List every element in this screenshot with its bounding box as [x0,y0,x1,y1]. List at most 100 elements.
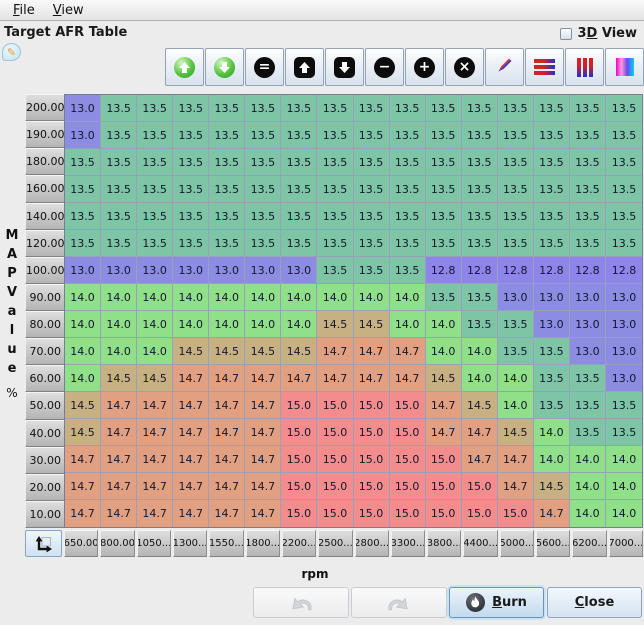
afr-cell-r4-c2[interactable]: 13.5 [137,203,173,230]
redo-button[interactable] [351,587,447,618]
afr-cell-r5-c4[interactable]: 13.5 [209,230,245,257]
afr-cell-r6-c12[interactable]: 12.8 [498,257,534,284]
afr-cell-r9-c3[interactable]: 14.5 [173,338,209,365]
axis-swap-button[interactable] [25,530,62,557]
map-row-header-5[interactable]: 120.00 [25,230,66,257]
afr-cell-r12-c10[interactable]: 14.7 [426,419,462,446]
rpm-col-header-7[interactable]: 2500... [318,530,352,557]
afr-cell-r8-c8[interactable]: 14.5 [354,311,390,338]
afr-cell-r12-c0[interactable]: 14.5 [65,419,101,446]
rpm-col-header-13[interactable]: 5600... [536,530,570,557]
afr-cell-r1-c0[interactable]: 13.0 [65,122,101,149]
afr-cell-r10-c3[interactable]: 14.7 [173,365,209,392]
afr-cell-r6-c0[interactable]: 13.0 [65,257,101,284]
afr-cell-r0-c10[interactable]: 13.5 [426,95,462,122]
map-row-header-1[interactable]: 190.00 [25,121,66,148]
afr-cell-r13-c2[interactable]: 14.7 [137,446,173,473]
afr-cell-r7-c1[interactable]: 14.0 [101,284,137,311]
afr-cell-r8-c2[interactable]: 14.0 [137,311,173,338]
afr-cell-r2-c5[interactable]: 13.5 [245,149,281,176]
afr-cell-r13-c14[interactable]: 14.0 [570,446,606,473]
afr-cell-r10-c5[interactable]: 14.7 [245,365,281,392]
afr-cell-r8-c7[interactable]: 14.5 [317,311,353,338]
afr-cell-r5-c15[interactable]: 13.5 [606,230,642,257]
afr-cell-r14-c12[interactable]: 14.7 [498,473,534,500]
rpm-col-header-9[interactable]: 3300... [391,530,425,557]
afr-cell-r5-c14[interactable]: 13.5 [570,230,606,257]
afr-cell-r2-c15[interactable]: 13.5 [606,149,642,176]
afr-cell-r12-c9[interactable]: 15.0 [390,419,426,446]
multiply-button[interactable]: × [445,48,484,86]
afr-cell-r9-c7[interactable]: 14.7 [317,338,353,365]
afr-cell-r6-c8[interactable]: 13.5 [354,257,390,284]
afr-cell-r8-c0[interactable]: 14.0 [65,311,101,338]
afr-cell-r0-c6[interactable]: 13.5 [281,95,317,122]
afr-cell-r6-c14[interactable]: 12.8 [570,257,606,284]
menu-file[interactable]: File [4,2,44,19]
burn-button[interactable]: Burn [449,587,544,618]
afr-cell-r1-c15[interactable]: 13.5 [606,122,642,149]
afr-cell-r7-c14[interactable]: 13.0 [570,284,606,311]
map-row-header-10[interactable]: 60.00 [25,365,66,392]
afr-cell-r5-c8[interactable]: 13.5 [354,230,390,257]
afr-cell-r11-c14[interactable]: 13.5 [570,392,606,419]
afr-cell-r5-c11[interactable]: 13.5 [462,230,498,257]
afr-cell-r3-c1[interactable]: 13.5 [101,176,137,203]
afr-cell-r4-c10[interactable]: 13.5 [426,203,462,230]
afr-cell-r5-c3[interactable]: 13.5 [173,230,209,257]
afr-cell-r5-c2[interactable]: 13.5 [137,230,173,257]
afr-cell-r8-c12[interactable]: 13.5 [498,311,534,338]
afr-cell-r4-c14[interactable]: 13.5 [570,203,606,230]
afr-cell-r9-c12[interactable]: 13.5 [498,338,534,365]
afr-cell-r7-c9[interactable]: 14.0 [390,284,426,311]
afr-cell-r13-c13[interactable]: 14.0 [534,446,570,473]
afr-cell-r6-c10[interactable]: 12.8 [426,257,462,284]
afr-cell-r4-c8[interactable]: 13.5 [354,203,390,230]
map-row-header-11[interactable]: 50.00 [25,392,66,419]
afr-cell-r1-c13[interactable]: 13.5 [534,122,570,149]
interpolate-vertical-button[interactable] [565,48,604,86]
afr-cell-r2-c11[interactable]: 13.5 [462,149,498,176]
afr-cell-r5-c1[interactable]: 13.5 [101,230,137,257]
afr-cell-r14-c3[interactable]: 14.7 [173,473,209,500]
afr-cell-r1-c6[interactable]: 13.5 [281,122,317,149]
afr-cell-r15-c9[interactable]: 15.0 [390,500,426,527]
afr-cell-r7-c5[interactable]: 14.0 [245,284,281,311]
afr-cell-r3-c3[interactable]: 13.5 [173,176,209,203]
afr-cell-r1-c10[interactable]: 13.5 [426,122,462,149]
afr-cell-r7-c7[interactable]: 14.0 [317,284,353,311]
afr-cell-r4-c0[interactable]: 13.5 [65,203,101,230]
afr-cell-r2-c10[interactable]: 13.5 [426,149,462,176]
afr-cell-r14-c14[interactable]: 14.0 [570,473,606,500]
rpm-col-header-15[interactable]: 7000... [609,530,643,557]
rpm-col-header-8[interactable]: 2800... [355,530,389,557]
afr-cell-r0-c7[interactable]: 13.5 [317,95,353,122]
afr-cell-r12-c4[interactable]: 14.7 [209,419,245,446]
afr-cell-r10-c12[interactable]: 14.0 [498,365,534,392]
afr-cell-r2-c14[interactable]: 13.5 [570,149,606,176]
afr-cell-r6-c13[interactable]: 12.8 [534,257,570,284]
afr-cell-r15-c0[interactable]: 14.7 [65,500,101,527]
shift-down-button[interactable] [325,48,364,86]
afr-cell-r7-c2[interactable]: 14.0 [137,284,173,311]
afr-cell-r4-c11[interactable]: 13.5 [462,203,498,230]
afr-cell-r14-c10[interactable]: 15.0 [426,473,462,500]
afr-cell-r9-c9[interactable]: 14.7 [390,338,426,365]
map-row-header-3[interactable]: 160.00 [25,175,66,202]
afr-cell-r0-c4[interactable]: 13.5 [209,95,245,122]
afr-cell-r3-c8[interactable]: 13.5 [354,176,390,203]
map-row-header-6[interactable]: 100.00 [25,257,66,284]
afr-cell-r0-c11[interactable]: 13.5 [462,95,498,122]
afr-cell-r10-c6[interactable]: 14.7 [281,365,317,392]
afr-cell-r1-c4[interactable]: 13.5 [209,122,245,149]
afr-cell-r0-c3[interactable]: 13.5 [173,95,209,122]
afr-cell-r4-c15[interactable]: 13.5 [606,203,642,230]
afr-cell-r8-c5[interactable]: 14.0 [245,311,281,338]
afr-cell-r15-c1[interactable]: 14.7 [101,500,137,527]
afr-cell-r10-c0[interactable]: 14.0 [65,365,101,392]
afr-cell-r7-c3[interactable]: 14.0 [173,284,209,311]
afr-cell-r9-c8[interactable]: 14.7 [354,338,390,365]
rpm-col-header-10[interactable]: 3800... [427,530,461,557]
afr-cell-r13-c10[interactable]: 15.0 [426,446,462,473]
scale-up-button[interactable] [165,48,204,86]
